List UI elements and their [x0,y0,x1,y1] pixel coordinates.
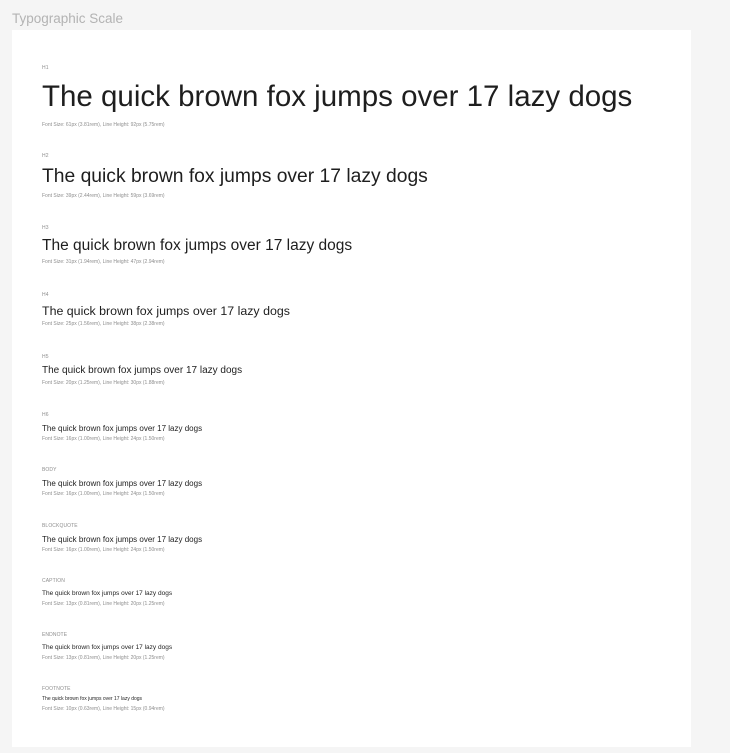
style-label: H3 [42,225,49,231]
typographic-scale-canvas: H1 The quick brown fox jumps over 17 laz… [12,30,691,747]
style-label: FOOTNOTE [42,686,71,692]
style-label: H1 [42,65,49,71]
sample-text-caption: The quick brown fox jumps over 17 lazy d… [42,590,173,597]
style-block-footnote[interactable]: FOOTNOTE The quick brown fox jumps over … [42,686,165,713]
sample-text-h1: The quick brown fox jumps over 17 lazy d… [42,80,633,113]
style-label: H4 [42,292,49,298]
style-block-h6[interactable]: H6 The quick brown fox jumps over 17 laz… [42,412,202,443]
style-block-h5[interactable]: H5 The quick brown fox jumps over 17 laz… [42,354,242,387]
style-block-endnote[interactable]: ENDNOTE The quick brown fox jumps over 1… [42,632,172,662]
sample-text-h6: The quick brown fox jumps over 17 lazy d… [42,424,203,433]
font-spec: Font Size: 39px (2.44rem), Line Height: … [42,193,165,199]
font-spec: Font Size: 13px (0.81rem), Line Height: … [42,655,165,661]
font-spec: Font Size: 31px (1.94rem), Line Height: … [42,259,165,265]
style-block-h1[interactable]: H1 The quick brown fox jumps over 17 laz… [42,65,632,129]
style-label: CAPTION [42,578,65,584]
font-spec: Font Size: 13px (0.81rem), Line Height: … [42,601,165,607]
font-spec: Font Size: 61px (3.81rem), Line Height: … [42,122,165,128]
font-spec: Font Size: 16px (1.00rem), Line Height: … [42,436,165,442]
font-spec: Font Size: 16px (1.00rem), Line Height: … [42,547,165,553]
style-label: BLOCKQUOTE [42,523,78,529]
font-spec: Font Size: 16px (1.00rem), Line Height: … [42,491,165,497]
style-label: H2 [42,153,49,159]
sample-text-h3: The quick brown fox jumps over 17 lazy d… [42,237,353,254]
sample-text-blockquote: The quick brown fox jumps over 17 lazy d… [42,535,203,544]
style-block-caption[interactable]: CAPTION The quick brown fox jumps over 1… [42,578,172,608]
sample-text-body: The quick brown fox jumps over 17 lazy d… [42,479,203,488]
sample-text-h2: The quick brown fox jumps over 17 lazy d… [42,166,428,187]
sample-text-h5: The quick brown fox jumps over 17 lazy d… [42,365,243,376]
frame-title[interactable]: Typographic Scale [12,10,123,28]
style-label: BODY [42,467,57,473]
font-spec: Font Size: 20px (1.25rem), Line Height: … [42,380,165,386]
font-spec: Font Size: 10px (0.63rem), Line Height: … [42,706,165,712]
style-label: H6 [42,412,49,418]
style-label: ENDNOTE [42,632,68,638]
style-block-body[interactable]: BODY The quick brown fox jumps over 17 l… [42,467,202,498]
font-spec: Font Size: 25px (1.56rem), Line Height: … [42,321,165,327]
style-block-h3[interactable]: H3 The quick brown fox jumps over 17 laz… [42,225,352,266]
style-block-h2[interactable]: H2 The quick brown fox jumps over 17 laz… [42,153,428,200]
style-block-blockquote[interactable]: BLOCKQUOTE The quick brown fox jumps ove… [42,523,202,554]
sample-text-endnote: The quick brown fox jumps over 17 lazy d… [42,644,173,651]
style-block-h4[interactable]: H4 The quick brown fox jumps over 17 laz… [42,292,290,328]
style-label: H5 [42,354,49,360]
sample-text-footnote: The quick brown fox jumps over 17 lazy d… [42,696,143,702]
sample-text-h4: The quick brown fox jumps over 17 lazy d… [42,304,290,318]
